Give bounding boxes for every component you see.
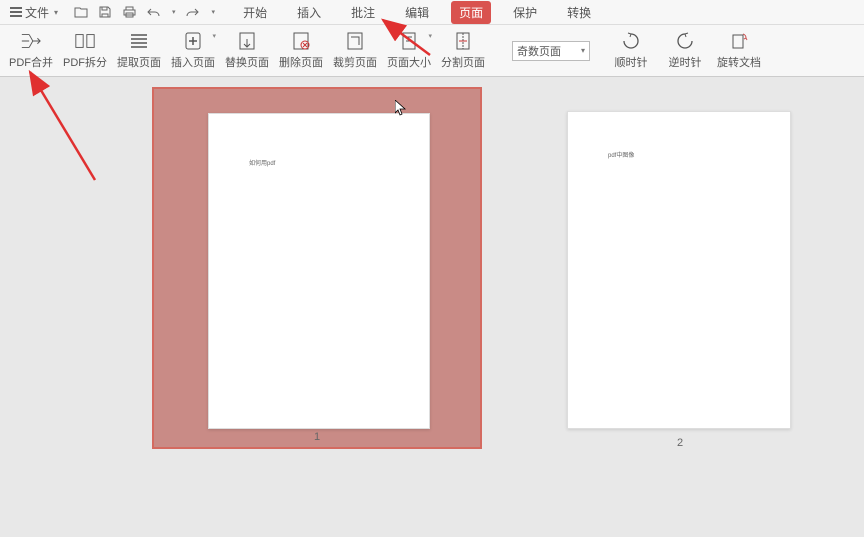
pdf-split-button[interactable]: PDF拆分 bbox=[58, 26, 112, 76]
extract-icon bbox=[128, 31, 150, 51]
page2-content-text: pdf中图像 bbox=[608, 150, 634, 159]
rotate-cw-label: 顺时针 bbox=[615, 54, 648, 70]
page-thumbnails-area: 如何用pdf 1 pdf中图像 2 bbox=[0, 77, 864, 537]
page-size-icon bbox=[398, 31, 420, 51]
crop-icon bbox=[344, 31, 366, 51]
ribbon: PDF合并 PDF拆分 提取页面 ▾ 插入页面 替换页面 删除页面 bbox=[0, 25, 864, 77]
save-icon[interactable] bbox=[98, 5, 112, 19]
undo-dropdown-icon[interactable]: ▾ bbox=[172, 8, 176, 16]
tab-protect[interactable]: 保护 bbox=[505, 1, 545, 24]
rotate-doc-icon bbox=[728, 31, 750, 51]
extract-label: 提取页面 bbox=[117, 54, 161, 70]
split-label: PDF拆分 bbox=[63, 54, 107, 70]
delete-icon bbox=[290, 31, 312, 51]
print-icon[interactable] bbox=[122, 5, 136, 19]
split-page-button[interactable]: 分割页面 bbox=[436, 26, 490, 76]
rotate-ccw-label: 逆时针 bbox=[669, 54, 702, 70]
page-filter-select[interactable]: 奇数页面 ▾ bbox=[512, 41, 590, 61]
page-size-label: 页面大小 bbox=[387, 54, 431, 70]
crop-page-button[interactable]: 裁剪页面 bbox=[328, 26, 382, 76]
delete-label: 删除页面 bbox=[279, 54, 323, 70]
insert-page-button[interactable]: ▾ 插入页面 bbox=[166, 26, 220, 76]
rotate-cw-icon bbox=[620, 31, 642, 51]
top-bar: 文件 ▾ ▾ ▾ 开始 插入 批注 编辑 页面 保护 转换 bbox=[0, 0, 864, 25]
split-page-label: 分割页面 bbox=[441, 54, 485, 70]
pdf-merge-button[interactable]: PDF合并 bbox=[4, 26, 58, 76]
merge-icon bbox=[20, 31, 42, 51]
tab-insert[interactable]: 插入 bbox=[289, 1, 329, 24]
page1-content-text: 如何用pdf bbox=[249, 158, 275, 167]
hamburger-icon bbox=[10, 7, 22, 17]
chevron-down-icon: ▾ bbox=[54, 8, 58, 17]
quick-access-toolbar: ▾ ▾ bbox=[74, 5, 215, 19]
rotate-doc-label: 旋转文档 bbox=[717, 54, 761, 70]
split-page-icon bbox=[452, 31, 474, 51]
extract-page-button[interactable]: 提取页面 bbox=[112, 26, 166, 76]
replace-icon bbox=[236, 31, 258, 51]
open-icon[interactable] bbox=[74, 5, 88, 19]
file-menu[interactable]: 文件 ▾ bbox=[6, 2, 62, 23]
redo-dropdown-icon[interactable]: ▾ bbox=[212, 8, 216, 16]
delete-page-button[interactable]: 删除页面 bbox=[274, 26, 328, 76]
page1-number: 1 bbox=[314, 431, 320, 443]
page-thumbnail-2[interactable]: pdf中图像 bbox=[567, 111, 791, 429]
tab-comment[interactable]: 批注 bbox=[343, 1, 383, 24]
merge-label: PDF合并 bbox=[9, 54, 53, 70]
tab-page[interactable]: 页面 bbox=[451, 1, 491, 24]
tab-start[interactable]: 开始 bbox=[235, 1, 275, 24]
split-icon bbox=[74, 31, 96, 51]
page-size-button[interactable]: ▾ 页面大小 bbox=[382, 26, 436, 76]
page2-number: 2 bbox=[677, 437, 683, 449]
rotate-cw-button[interactable]: 顺时针 bbox=[604, 26, 658, 76]
tab-edit[interactable]: 编辑 bbox=[397, 1, 437, 24]
page-thumbnail-1-selected[interactable]: 如何用pdf 1 bbox=[152, 87, 482, 449]
undo-icon[interactable] bbox=[146, 5, 160, 19]
crop-label: 裁剪页面 bbox=[333, 54, 377, 70]
insert-page-label: 插入页面 bbox=[171, 54, 215, 70]
replace-page-button[interactable]: 替换页面 bbox=[220, 26, 274, 76]
ribbon-tabs: 开始 插入 批注 编辑 页面 保护 转换 bbox=[235, 1, 599, 24]
rotate-doc-button[interactable]: 旋转文档 bbox=[712, 26, 766, 76]
redo-icon[interactable] bbox=[186, 5, 200, 19]
rotate-ccw-icon bbox=[674, 31, 696, 51]
chevron-down-icon: ▾ bbox=[428, 32, 432, 40]
page-thumbnail-1: 如何用pdf bbox=[208, 113, 430, 429]
page-filter-select-wrap: 奇数页面 ▾ bbox=[512, 41, 590, 61]
tab-convert[interactable]: 转换 bbox=[559, 1, 599, 24]
chevron-down-icon: ▾ bbox=[581, 46, 585, 55]
rotate-ccw-button[interactable]: 逆时针 bbox=[658, 26, 712, 76]
insert-page-icon bbox=[182, 31, 204, 51]
replace-label: 替换页面 bbox=[225, 54, 269, 70]
chevron-down-icon: ▾ bbox=[212, 32, 216, 40]
file-menu-label: 文件 bbox=[25, 4, 49, 21]
select-value: 奇数页面 bbox=[517, 43, 561, 59]
